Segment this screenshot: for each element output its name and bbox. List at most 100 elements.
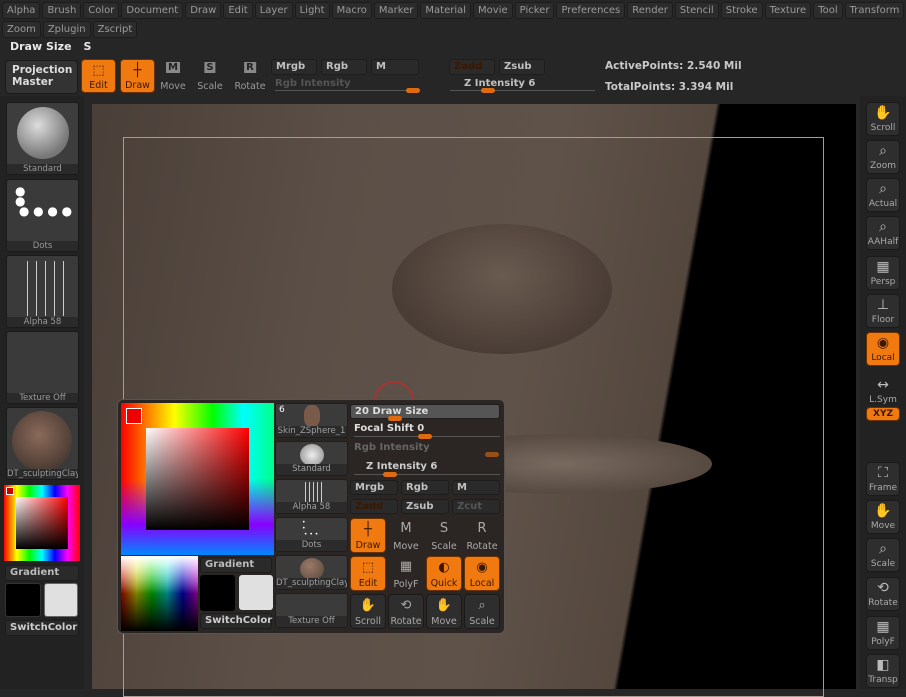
popup-rgb-intensity-knob[interactable] (485, 452, 499, 457)
zsub-button[interactable]: Zsub (499, 59, 545, 75)
popup-m-button[interactable]: M (452, 480, 500, 495)
focal-shift-knob[interactable] (418, 434, 432, 439)
texture-thumbnail[interactable]: Texture Off (6, 331, 79, 404)
popup-color-square[interactable] (146, 428, 249, 530)
popup-brush-thumbnail[interactable]: Standard (275, 441, 348, 476)
scale-button[interactable]: S Scale (196, 59, 224, 93)
menu-preferences[interactable]: Preferences (556, 2, 626, 19)
mrgb-button[interactable]: Mrgb (271, 59, 317, 75)
draw-size-knob[interactable] (388, 416, 402, 421)
popup-tool-thumbnail[interactable]: 6 Skin_ZSphere_1 (275, 403, 348, 438)
popup-texture-thumbnail[interactable]: Texture Off (275, 593, 348, 628)
right-scroll-button[interactable]: ✋ Scroll (866, 102, 900, 136)
popup-scroll-button[interactable]: ✋ Scroll (350, 594, 386, 629)
popup-edit-button[interactable]: ⬚ Edit (350, 556, 386, 591)
secondary-color-swatch[interactable] (44, 583, 78, 617)
popup-z-intensity-slider[interactable] (354, 474, 500, 475)
color-square[interactable] (16, 497, 68, 549)
z-intensity-slider[interactable] (450, 90, 595, 91)
right-zoom-button[interactable]: ⌕ Zoom (866, 140, 900, 174)
right-frame-button[interactable]: ⛶ Frame (866, 462, 900, 496)
popup-polyf-button[interactable]: ▦ PolyF (388, 556, 424, 591)
rgb-intensity-knob[interactable] (406, 88, 420, 93)
popup-alpha-thumbnail[interactable]: Alpha 58 (275, 479, 348, 514)
menu-zscript[interactable]: Zscript (92, 21, 138, 38)
m-button[interactable]: M (371, 59, 419, 75)
menu-brush[interactable]: Brush (42, 2, 82, 19)
menu-render[interactable]: Render (627, 2, 673, 19)
menu-color[interactable]: Color (83, 2, 120, 19)
menu-tool[interactable]: Tool (813, 2, 843, 19)
rgb-button[interactable]: Rgb (321, 59, 367, 75)
menu-picker[interactable]: Picker (514, 2, 555, 19)
rgb-intensity-slider[interactable] (275, 90, 420, 91)
color-picker[interactable] (4, 485, 80, 561)
draw-button[interactable]: ┼ Draw (120, 59, 155, 93)
popup-switch-color-button[interactable]: SwitchColor (200, 613, 272, 629)
popup-draw-button[interactable]: ┼ Draw (350, 518, 386, 553)
right-xyz-button[interactable]: XYZ (866, 407, 900, 421)
main-color-swatch[interactable] (5, 583, 41, 617)
edit-button[interactable]: ⬚ Edit (81, 59, 116, 93)
right-polyf-button[interactable]: ▦ PolyF (866, 616, 900, 650)
right-actual-button[interactable]: ⌕ Actual (866, 178, 900, 212)
right-persp-button[interactable]: ▦ Persp (866, 256, 900, 290)
popup-mrgb-button[interactable]: Mrgb (350, 480, 398, 495)
popup-rotate2-button[interactable]: ⟲ Rotate (388, 594, 424, 629)
menu-stencil[interactable]: Stencil (674, 2, 719, 19)
menu-marker[interactable]: Marker (373, 2, 419, 19)
move-button[interactable]: M Move (158, 59, 188, 93)
switch-color-button[interactable]: SwitchColor (5, 620, 79, 636)
menu-texture[interactable]: Texture (764, 2, 812, 19)
menu-edit[interactable]: Edit (223, 2, 253, 19)
menu-transform[interactable]: Transform (844, 2, 905, 19)
popup-scale-button[interactable]: S Scale (426, 518, 462, 553)
menu-draw[interactable]: Draw (185, 2, 222, 19)
menu-macro[interactable]: Macro (331, 2, 372, 19)
popup-local-button[interactable]: ◉ Local (464, 556, 500, 591)
right-move-button[interactable]: ✋ Move (866, 500, 900, 534)
right-transp-button[interactable]: ◧ Transp (866, 654, 900, 688)
popup-quick-button[interactable]: ◐ Quick (426, 556, 462, 591)
popup-rotate-button[interactable]: R Rotate (464, 518, 500, 553)
menu-layer[interactable]: Layer (254, 2, 293, 19)
popup-move-button[interactable]: M Move (388, 518, 424, 553)
right-scale-button[interactable]: ⌕ Scale (866, 538, 900, 572)
popup-zcut-button[interactable]: Zcut (452, 499, 500, 514)
right-rotate-button[interactable]: ⟲ Rotate (866, 577, 900, 611)
projection-master-button[interactable]: Projection Master (5, 60, 78, 94)
popup-z-intensity-knob[interactable] (383, 472, 397, 477)
popup-spectrum[interactable] (121, 556, 198, 631)
stroke-thumbnail[interactable]: ● ● ● ● ● ● Dots (6, 179, 79, 252)
right-lsym-button[interactable]: ↔ L.Sym (866, 375, 900, 405)
popup-main-color[interactable] (200, 575, 235, 611)
material-thumbnail[interactable]: DT_sculptingClay (6, 407, 79, 480)
popup-gradient-button[interactable]: Gradient (200, 557, 272, 573)
rotate-button[interactable]: R Rotate (234, 59, 266, 93)
popup-zsub-button[interactable]: Zsub (401, 499, 449, 514)
zadd-button[interactable]: Zadd (449, 59, 495, 75)
alpha-thumbnail[interactable]: Alpha 58 (6, 255, 79, 328)
popup-scale2-button[interactable]: ⌕ Scale (464, 594, 500, 629)
menu-light[interactable]: Light (294, 2, 330, 19)
popup-stroke-thumbnail[interactable]: • • • • • Dots (275, 517, 348, 552)
menu-stroke[interactable]: Stroke (720, 2, 763, 19)
popup-zadd-button[interactable]: Zadd (350, 499, 398, 514)
draw-size-slider[interactable]: 20 Draw Size (350, 404, 500, 419)
popup-move2-button[interactable]: ✋ Move (426, 594, 462, 629)
popup-color-picker[interactable] (121, 403, 274, 555)
gradient-button[interactable]: Gradient (5, 565, 79, 581)
right-aahalf-button[interactable]: ⌕ AAHalf (866, 216, 900, 250)
menu-zoom[interactable]: Zoom (2, 21, 41, 38)
popup-rgb-button[interactable]: Rgb (401, 480, 449, 495)
popup-secondary-color[interactable] (239, 575, 273, 610)
popup-material-thumbnail[interactable]: DT_sculptingClay (275, 555, 348, 590)
z-intensity-knob[interactable] (481, 88, 495, 93)
right-floor-button[interactable]: ⊥ Floor (866, 294, 900, 328)
menu-zplugin[interactable]: Zplugin (42, 21, 91, 38)
menu-alpha[interactable]: Alpha (2, 2, 41, 19)
right-local-button[interactable]: ◉ Local (866, 332, 900, 366)
menu-movie[interactable]: Movie (473, 2, 513, 19)
menu-document[interactable]: Document (121, 2, 184, 19)
menu-material[interactable]: Material (420, 2, 472, 19)
